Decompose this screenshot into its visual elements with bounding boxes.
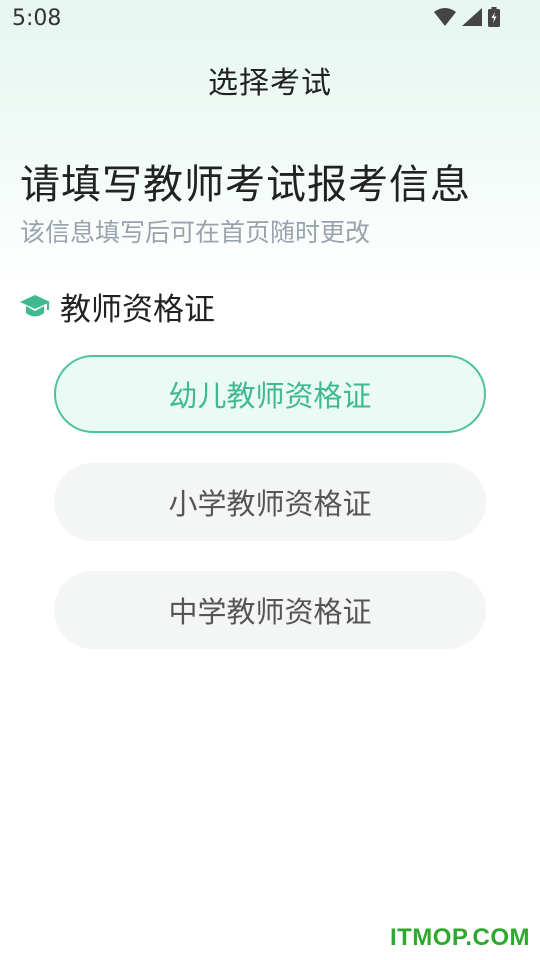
section-label: 教师资格证 bbox=[60, 292, 215, 328]
exam-options: 幼儿教师资格证 小学教师资格证 中学教师资格证 bbox=[54, 355, 486, 679]
watermark: ITMOP.COM bbox=[389, 924, 530, 951]
form-subheading: 该信息填写后可在首页随时更改 bbox=[20, 218, 371, 247]
option-secondary-teacher-cert[interactable]: 中学教师资格证 bbox=[54, 571, 486, 649]
status-icons bbox=[434, 7, 500, 27]
section-header: 教师资格证 bbox=[20, 284, 215, 329]
form-heading: 请填写教师考试报考信息 bbox=[20, 162, 471, 208]
wifi-icon bbox=[434, 8, 456, 26]
status-bar: 5:08 bbox=[0, 0, 540, 36]
signal-icon bbox=[462, 8, 482, 26]
option-kindergarten-teacher-cert[interactable]: 幼儿教师资格证 bbox=[54, 355, 486, 433]
graduation-cap-icon bbox=[20, 293, 50, 321]
battery-icon bbox=[488, 7, 500, 27]
page-title: 选择考试 bbox=[208, 66, 332, 101]
option-primary-teacher-cert[interactable]: 小学教师资格证 bbox=[54, 463, 486, 541]
status-time: 5:08 bbox=[12, 6, 62, 31]
